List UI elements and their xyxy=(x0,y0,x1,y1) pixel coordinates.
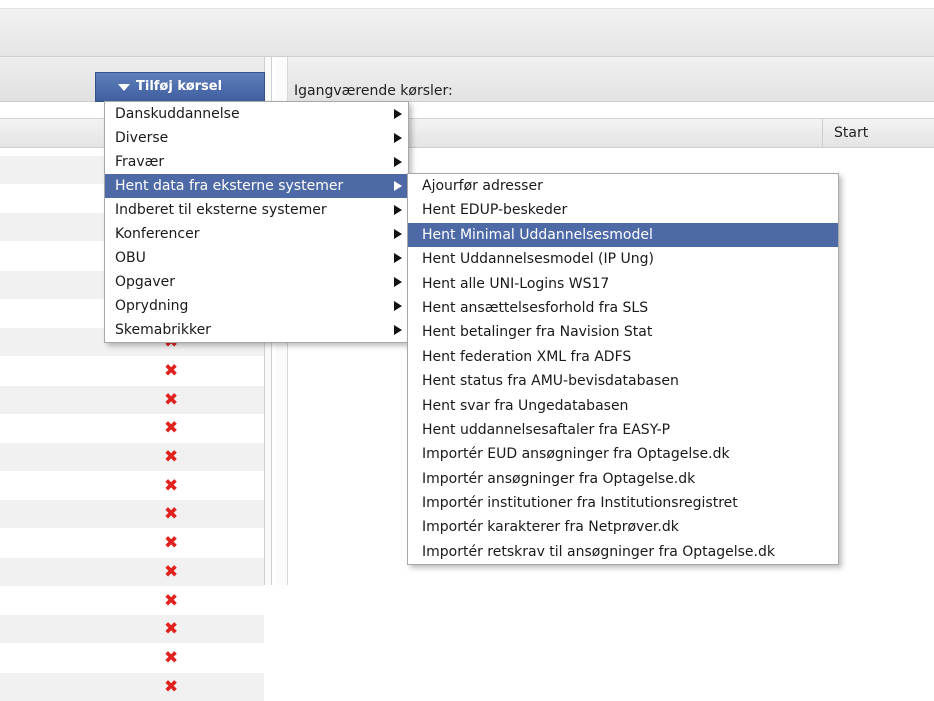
menu-item-hent-data-fra-eksterne-systemer[interactable]: Hent data fra eksterne systemer xyxy=(105,174,408,198)
submenu-item-hent-federation-xml-fra-adfs[interactable]: Hent federation XML fra ADFS xyxy=(408,345,838,369)
menu-item-oprydning[interactable]: Oprydning xyxy=(105,294,408,318)
submenu-arrow-icon xyxy=(394,301,402,311)
table-row[interactable]: ✖ xyxy=(0,443,264,471)
submenu-arrow-icon xyxy=(394,205,402,215)
submenu-item-import-r-retskrav-til-ansøgninger-fra-optagelse-dk[interactable]: Importér retskrav til ansøgninger fra Op… xyxy=(408,540,838,564)
submenu-arrow-icon xyxy=(394,325,402,335)
submenu-arrow-icon xyxy=(394,133,402,143)
menu-item-label: Danskuddannelse xyxy=(115,106,240,122)
table-row[interactable]: ✖ xyxy=(0,672,264,701)
add-job-button-label: Tilføj kørsel xyxy=(136,79,223,94)
delete-icon[interactable]: ✖ xyxy=(164,505,178,523)
table-row[interactable]: ✖ xyxy=(0,357,264,385)
delete-icon[interactable]: ✖ xyxy=(164,678,178,696)
delete-icon[interactable]: ✖ xyxy=(164,362,178,380)
submenu-item-hent-edup-beskeder[interactable]: Hent EDUP-beskeder xyxy=(408,198,838,222)
menu-item-danskuddannelse[interactable]: Danskuddannelse xyxy=(105,102,408,126)
fetch-data-submenu: Ajourfør adresser Hent EDUP-beskeder Hent … xyxy=(407,173,839,566)
menu-item-label: Hent uddannelsesaftaler fra EASY-P xyxy=(422,421,671,438)
running-jobs-title: Igangværende kørsler: xyxy=(294,83,453,99)
table-row[interactable]: ✖ xyxy=(0,414,264,442)
submenu-item-hent-uddannelsesaftaler-fra-easy-p[interactable]: Hent uddannelsesaftaler fra EASY-P xyxy=(408,418,838,442)
menu-item-label: Hent status fra AMU-bevisdatabasen xyxy=(422,373,679,390)
menu-item-diverse[interactable]: Diverse xyxy=(105,126,408,150)
menu-item-label: Indberet til eksterne systemer xyxy=(115,202,327,218)
menu-item-indberet-til-eksterne-systemer[interactable]: Indberet til eksterne systemer xyxy=(105,198,408,222)
table-row[interactable]: ✖ xyxy=(0,500,264,529)
menu-item-label: Hent EDUP-beskeder xyxy=(422,202,568,219)
menu-item-label: Hent ansættelsesforhold fra SLS xyxy=(422,299,649,316)
menu-item-label: Hent svar fra Ungedatabasen xyxy=(422,397,629,414)
menu-item-label: Hent alle UNI-Logins WS17 xyxy=(422,275,610,292)
submenu-arrow-icon xyxy=(394,157,402,167)
menu-item-label: Importér karakterer fra Netprøver.dk xyxy=(422,519,679,536)
menu-item-obu[interactable]: OBU xyxy=(105,246,408,270)
add-job-menu: Danskuddannelse Diverse Fravær Hent data fr… xyxy=(104,101,409,343)
submenu-arrow-icon xyxy=(394,181,402,191)
add-job-button[interactable]: Tilføj kørsel xyxy=(95,72,265,102)
column-separator xyxy=(822,119,823,147)
submenu-item-hent-ansættelsesforhold-fra-sls[interactable]: Hent ansættelsesforhold fra SLS xyxy=(408,296,838,320)
table-row[interactable]: ✖ xyxy=(0,385,264,414)
menu-item-label: Importér retskrav til ansøgninger fra Op… xyxy=(422,543,775,560)
table-row[interactable]: ✖ xyxy=(0,557,264,586)
submenu-item-import-r-karakterer-fra-netprøver-dk[interactable]: Importér karakterer fra Netprøver.dk xyxy=(408,515,838,539)
toolbar xyxy=(0,9,934,57)
delete-icon[interactable]: ✖ xyxy=(164,477,178,495)
menu-item-label: Fravær xyxy=(115,154,165,170)
delete-icon[interactable]: ✖ xyxy=(164,448,178,466)
menu-item-label: Opgaver xyxy=(115,274,176,290)
dropdown-triangle-icon xyxy=(118,84,130,91)
table-row[interactable]: ✖ xyxy=(0,615,264,644)
menu-item-label: Konferencer xyxy=(115,226,200,242)
menu-item-label: Hent data fra eksterne systemer xyxy=(115,178,344,194)
menu-item-label: Skemabrikker xyxy=(115,322,211,338)
menu-item-label: Importér institutioner fra Institutionsr… xyxy=(422,495,738,512)
menu-item-label: Ajourfør adresser xyxy=(422,178,543,194)
menu-item-label: Hent Uddannelsesmodel (IP Ung) xyxy=(422,251,654,268)
delete-icon[interactable]: ✖ xyxy=(164,649,178,667)
menu-item-label: Diverse xyxy=(115,130,169,146)
menu-item-label: Importér EUD ansøgninger fra Optagelse.d… xyxy=(422,446,730,463)
menu-item-label: Importér ansøgninger fra Optagelse.dk xyxy=(422,470,696,487)
delete-icon[interactable]: ✖ xyxy=(164,563,178,581)
menu-item-label: Hent betalinger fra Navision Stat xyxy=(422,324,653,341)
submenu-arrow-icon xyxy=(394,253,402,263)
submenu-item-hent-betalinger-fra-navision-stat[interactable]: Hent betalinger fra Navision Stat xyxy=(408,320,838,344)
top-strip xyxy=(0,0,934,9)
delete-icon[interactable]: ✖ xyxy=(164,391,178,409)
submenu-arrow-icon xyxy=(394,109,402,119)
submenu-item-hent-status-fra-amu-bevisdatabasen[interactable]: Hent status fra AMU-bevisdatabasen xyxy=(408,369,838,393)
submenu-arrow-icon xyxy=(394,229,402,239)
submenu-item-import-r-institutioner-fra-institutionsregistret[interactable]: Importér institutioner fra Institutionsr… xyxy=(408,491,838,515)
menu-item-label: Oprydning xyxy=(115,298,189,314)
column-start[interactable]: Start xyxy=(834,125,868,141)
submenu-item-import-r-ansøgninger-fra-optagelse-dk[interactable]: Importér ansøgninger fra Optagelse.dk xyxy=(408,467,838,491)
delete-icon[interactable]: ✖ xyxy=(164,592,178,610)
menu-item-label: OBU xyxy=(115,250,146,266)
menu-item-konferencer[interactable]: Konferencer xyxy=(105,222,408,246)
submenu-item-ajourfør-adresser[interactable]: Ajourfør adresser xyxy=(408,174,838,198)
submenu-arrow-icon xyxy=(394,277,402,287)
table-row[interactable]: ✖ xyxy=(0,529,264,557)
submenu-item-hent-minimal-uddannelsesmodel[interactable]: Hent Minimal Uddannelsesmodel xyxy=(408,222,838,248)
delete-icon[interactable]: ✖ xyxy=(164,419,178,437)
menu-item-skemabrikker[interactable]: Skemabrikker xyxy=(105,318,408,342)
menu-item-label: Hent Minimal Uddannelsesmodel xyxy=(422,226,653,243)
menu-item-opgaver[interactable]: Opgaver xyxy=(105,270,408,294)
table-row[interactable]: ✖ xyxy=(0,472,264,500)
table-row[interactable]: ✖ xyxy=(0,644,264,672)
menu-item-label: Hent federation XML fra ADFS xyxy=(422,348,632,365)
submenu-item-import-r-eud-ansøgninger-fra-optagelse-dk[interactable]: Importér EUD ansøgninger fra Optagelse.d… xyxy=(408,442,838,466)
running-jobs-header: Igangværende kørsler: xyxy=(288,57,934,102)
table-row[interactable]: ✖ xyxy=(0,587,264,615)
submenu-item-hent-uddannelsesmodel-ip-ung[interactable]: Hent Uddannelsesmodel (IP Ung) xyxy=(408,247,838,271)
submenu-item-hent-svar-fra-ungedatabasen[interactable]: Hent svar fra Ungedatabasen xyxy=(408,394,838,418)
menu-item-fravær[interactable]: Fravær xyxy=(105,150,408,174)
submenu-item-hent-alle-uni-logins-ws17[interactable]: Hent alle UNI-Logins WS17 xyxy=(408,272,838,296)
delete-icon[interactable]: ✖ xyxy=(164,534,178,552)
delete-icon[interactable]: ✖ xyxy=(164,620,178,638)
